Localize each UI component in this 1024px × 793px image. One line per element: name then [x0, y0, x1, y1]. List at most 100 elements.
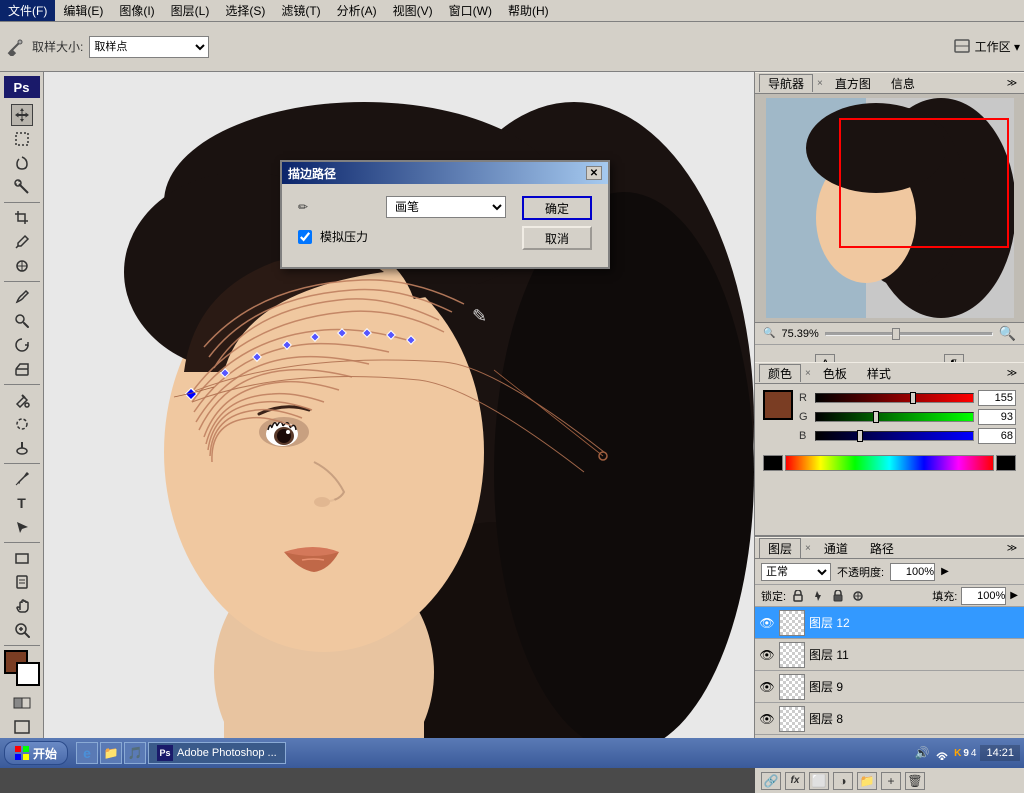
layer-row-9[interactable]: 👁 图层 9	[755, 671, 1024, 703]
brush-tool[interactable]	[11, 286, 33, 308]
folder-icon[interactable]: 📁	[100, 742, 122, 764]
opacity-arrow[interactable]: ▶	[941, 566, 949, 577]
selection-tool[interactable]	[11, 128, 33, 150]
blend-mode-dropdown[interactable]: 正常	[761, 563, 831, 581]
opacity-input[interactable]	[890, 563, 935, 581]
path-select-tool[interactable]	[11, 516, 33, 538]
tab-paths[interactable]: 路径	[861, 538, 903, 559]
menu-filter[interactable]: 滤镜(T)	[273, 0, 328, 21]
lock-position-btn[interactable]	[810, 588, 826, 604]
layer-new-btn[interactable]: +	[881, 772, 901, 790]
quick-mask-btn[interactable]	[11, 692, 33, 714]
layer-adjustment-btn[interactable]: ◑	[833, 772, 853, 790]
green-value-input[interactable]	[978, 409, 1016, 425]
volume-tray-icon[interactable]: 🔊	[914, 745, 930, 761]
black-swatch[interactable]	[763, 455, 783, 471]
rectangle-tool[interactable]	[11, 547, 33, 569]
layer-mask-btn[interactable]: ⬜	[809, 772, 829, 790]
green-thumb[interactable]	[873, 411, 879, 423]
zoom-tool[interactable]	[11, 619, 33, 641]
eyedropper-tool-icon[interactable]	[4, 36, 26, 58]
tab-histogram[interactable]: 直方图	[827, 74, 879, 92]
menu-layer[interactable]: 图层(L)	[163, 0, 218, 21]
layer-fx-btn[interactable]: fx	[785, 772, 805, 790]
red-value-input[interactable]	[978, 390, 1016, 406]
clone-stamp-tool[interactable]	[11, 310, 33, 332]
layers-options-btn[interactable]: ≫	[1004, 540, 1020, 556]
dialog-confirm-btn[interactable]: 确定	[522, 196, 592, 220]
layer-row-11[interactable]: 👁 图层 11	[755, 639, 1024, 671]
tab-styles[interactable]: 样式	[859, 364, 899, 382]
eyedropper-tool[interactable]	[11, 231, 33, 253]
tab-layers[interactable]: 图层	[759, 538, 801, 559]
menu-view[interactable]: 视图(V)	[385, 0, 441, 21]
blur-tool[interactable]	[11, 413, 33, 435]
black-swatch-end[interactable]	[996, 455, 1016, 471]
tab-channels[interactable]: 通道	[815, 538, 857, 559]
photoshop-taskbar-btn[interactable]: Ps Adobe Photoshop ...	[148, 742, 286, 764]
layer-delete-btn[interactable]: 🗑	[905, 772, 925, 790]
green-slider[interactable]	[815, 412, 974, 422]
menu-edit[interactable]: 编辑(E)	[55, 0, 111, 21]
blue-slider[interactable]	[815, 431, 974, 441]
ie-icon[interactable]: e	[76, 742, 98, 764]
tab-color[interactable]: 颜色	[759, 364, 801, 382]
layer-eye-11[interactable]: 👁	[759, 647, 775, 663]
sample-size-dropdown[interactable]: 取样点	[89, 36, 209, 58]
lock-extra-btn[interactable]	[850, 588, 866, 604]
hand-tool[interactable]	[11, 595, 33, 617]
zoom-thumb[interactable]	[892, 328, 900, 340]
layer-eye-12[interactable]: 👁	[759, 615, 775, 631]
dialog-cancel-btn[interactable]: 取消	[522, 226, 592, 250]
color-picker[interactable]	[4, 650, 40, 686]
workspace-label[interactable]: 工作区 ▾	[975, 38, 1020, 55]
background-color[interactable]	[16, 662, 40, 686]
tab-swatches[interactable]: 色板	[815, 364, 855, 382]
layer-row-8[interactable]: 👁 图层 8	[755, 703, 1024, 735]
navigator-viewport-box[interactable]	[839, 118, 1009, 248]
menu-file[interactable]: 文件(F)	[0, 0, 55, 21]
media-icon[interactable]: 🎵	[124, 742, 146, 764]
blue-thumb[interactable]	[857, 430, 863, 442]
dialog-close-btn[interactable]: ✕	[586, 166, 602, 180]
menu-window[interactable]: 窗口(W)	[441, 0, 500, 21]
color-tab-x[interactable]: ×	[805, 368, 811, 379]
eraser-tool[interactable]	[11, 358, 33, 380]
crop-tool[interactable]	[11, 207, 33, 229]
screen-mode-btn[interactable]	[11, 717, 33, 739]
color-spectrum[interactable]	[785, 455, 994, 471]
layer-link-btn[interactable]: 🔗	[761, 772, 781, 790]
pen-tool[interactable]	[11, 468, 33, 490]
tool-dropdown[interactable]: 画笔	[386, 196, 506, 218]
lock-pixels-btn[interactable]	[790, 588, 806, 604]
text-tool[interactable]: T	[11, 492, 33, 514]
simulate-pressure-checkbox[interactable]	[298, 230, 312, 244]
menu-help[interactable]: 帮助(H)	[500, 0, 557, 21]
notes-tool[interactable]	[11, 571, 33, 593]
color-main-swatch[interactable]	[763, 390, 793, 420]
fill-input[interactable]	[961, 587, 1006, 605]
lasso-tool[interactable]	[11, 152, 33, 174]
dodge-tool[interactable]	[11, 437, 33, 459]
layer-eye-8[interactable]: 👁	[759, 711, 775, 727]
zoom-slider[interactable]	[825, 332, 993, 336]
red-thumb[interactable]	[910, 392, 916, 404]
menu-analyze[interactable]: 分析(A)	[329, 0, 385, 21]
network-tray-icon[interactable]	[934, 745, 950, 761]
tab-info[interactable]: 信息	[883, 74, 923, 92]
history-brush-tool[interactable]	[11, 334, 33, 356]
lock-all-btn[interactable]	[830, 588, 846, 604]
color-options-btn[interactable]: ≫	[1004, 365, 1020, 381]
paint-bucket-tool[interactable]	[11, 389, 33, 411]
blue-value-input[interactable]	[978, 428, 1016, 444]
layer-eye-9[interactable]: 👁	[759, 679, 775, 695]
move-tool[interactable]	[11, 104, 33, 126]
menu-image[interactable]: 图像(I)	[111, 0, 162, 21]
layer-group-btn[interactable]: 📁	[857, 772, 877, 790]
magic-wand-tool[interactable]	[11, 176, 33, 198]
menu-select[interactable]: 选择(S)	[217, 0, 273, 21]
red-slider[interactable]	[815, 393, 974, 403]
start-button[interactable]: 开始	[4, 741, 68, 765]
tab-navigator[interactable]: 导航器	[759, 74, 813, 92]
navigator-options-btn[interactable]: ≫	[1004, 75, 1020, 91]
